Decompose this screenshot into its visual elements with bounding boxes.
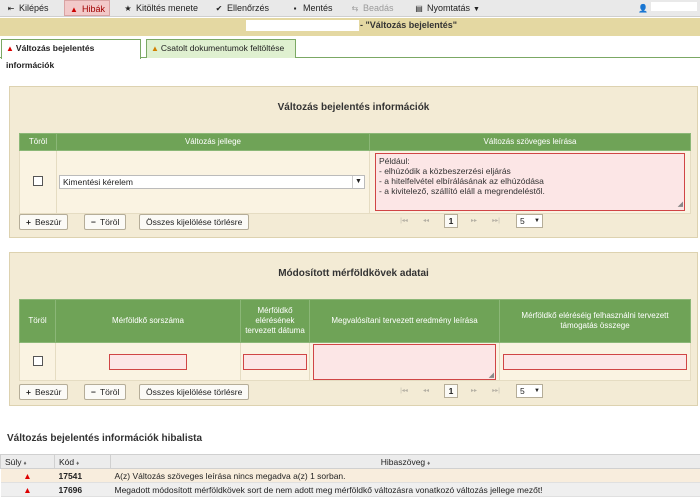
tab-change-info[interactable]: ▲ Változás bejelentés információk [1, 39, 141, 70]
chevron-down-icon: ▼ [534, 388, 540, 394]
tab-attached-documents[interactable]: ▲ Csatolt dokumentumok feltöltése [146, 39, 296, 58]
exit-button[interactable]: ⇤ Kilépés [6, 0, 49, 16]
document-id-box [246, 20, 359, 31]
change-info-panel: Változás bejelentés információk Töröl Vá… [9, 86, 698, 238]
chevron-down-icon: ▼ [534, 218, 540, 224]
support-amount-input[interactable] [503, 353, 687, 370]
column-header-delete[interactable]: Töröl [19, 299, 56, 343]
delete-checkbox[interactable] [32, 355, 43, 366]
minus-icon: − [91, 217, 96, 227]
resize-handle-icon[interactable]: ◢ [678, 200, 683, 210]
main-toolbar: ⇤ Kilépés ▲ Hibák ★ Kitöltés menete ✔ Ellenő… [0, 0, 700, 17]
page-size-select[interactable]: 5 ▼ [516, 384, 543, 398]
column-header-code[interactable]: Kód ♦ [54, 454, 111, 469]
error-code: 17696 [54, 482, 111, 497]
pager: |◂◂ ◂◂ 1 ▸▸ ▸▸| 5 ▼ [395, 214, 555, 230]
sort-icon: ♦ [76, 460, 80, 467]
warning-icon: ▲ [23, 470, 32, 481]
panel-title: Változás bejelentés információk [277, 102, 430, 113]
prev-page-icon[interactable]: ◂◂ [417, 386, 435, 397]
result-description-textarea[interactable]: ◢ [313, 343, 496, 380]
description-textarea[interactable]: Például: - elhúzódik a közbeszerzési elj… [375, 153, 685, 211]
column-header-result-description[interactable]: Megvalósítani tervezett eredmény leírása [309, 299, 500, 343]
change-type-select[interactable]: Kimentési kérelem ▼ [59, 175, 365, 189]
column-header-description[interactable]: Változás szöveges leírása [369, 133, 691, 151]
check-icon: ✔ [215, 4, 223, 13]
page-size-select[interactable]: 5 ▼ [516, 214, 543, 228]
table-row[interactable]: ▲ 17696 Megadott módosított mérföldkövek… [0, 482, 700, 497]
chevron-down-icon: ▼ [473, 6, 480, 13]
milestones-grid: Töröl Mérföldkő sorszáma Mérföldkő eléré… [19, 299, 691, 381]
change-info-grid: Töröl Változás jellege Változás szöveges… [19, 133, 691, 214]
user-name-box [651, 2, 697, 11]
table-row: ◢ [19, 342, 691, 381]
sort-icon: ♦ [23, 460, 27, 467]
error-text: A(z) Változás szöveges leírása nincs meg… [110, 468, 700, 483]
prev-page-icon[interactable]: ◂◂ [417, 216, 435, 227]
submit-button[interactable]: ⇆ Beadás [350, 0, 394, 16]
table-row: Kimentési kérelem ▼ Például: - elhúzódik… [19, 150, 691, 214]
delete-checkbox[interactable] [33, 176, 43, 186]
first-page-icon[interactable]: |◂◂ [395, 386, 413, 397]
warning-icon: ▲ [6, 44, 14, 53]
last-page-icon[interactable]: ▸▸| [487, 216, 505, 227]
user-menu[interactable]: 👤 [638, 0, 651, 16]
document-title-bar: - "Változás bejelentés" [0, 18, 700, 36]
warning-icon: ▲ [70, 5, 78, 14]
print-button[interactable]: ▤ Nyomtatás ▼ [414, 0, 480, 16]
error-code: 17541 [54, 468, 111, 483]
mark-all-delete-button[interactable]: Összes kijelölése törlésre [139, 214, 250, 230]
error-list-table: Súly ♦ Kód ♦ Hibaszöveg ♦ ▲ 17541 A(z) Vált… [0, 454, 700, 497]
document-title: - "Változás bejelentés" [360, 20, 458, 30]
delete-row-button[interactable]: − Töröl [84, 214, 127, 230]
error-list-title: Változás bejelentés információk hibalist… [7, 433, 203, 444]
panel-title: Módosított mérföldkövek adatai [278, 268, 429, 279]
current-page[interactable]: 1 [444, 214, 458, 228]
save-icon: ▪ [293, 4, 297, 13]
add-row-button[interactable]: + Beszúr [19, 384, 69, 400]
delete-row-button[interactable]: − Töröl [84, 384, 127, 400]
next-page-icon[interactable]: ▸▸ [465, 216, 483, 227]
save-button[interactable]: ▪ Mentés [290, 0, 333, 16]
errors-button[interactable]: ▲ Hibák [64, 0, 111, 16]
star-icon: ★ [124, 4, 132, 13]
sort-icon: ♦ [427, 460, 431, 467]
chevron-down-icon: ▼ [352, 176, 364, 188]
add-row-button[interactable]: + Beszúr [19, 214, 69, 230]
column-header-delete[interactable]: Töröl [19, 133, 57, 151]
plus-icon: + [26, 217, 31, 227]
filling-guide-button[interactable]: ★ Kitöltés menete [123, 0, 198, 16]
plus-icon: + [26, 387, 31, 397]
table-row[interactable]: ▲ 17541 A(z) Változás szöveges leírása n… [0, 468, 700, 483]
milestone-date-input[interactable] [243, 353, 307, 370]
send-icon: ⇆ [351, 4, 359, 13]
mark-all-delete-button[interactable]: Összes kijelölése törlésre [139, 384, 250, 400]
column-header-severity[interactable]: Súly ♦ [0, 454, 55, 469]
column-header-change-type[interactable]: Változás jellege [56, 133, 370, 151]
print-icon: ▤ [415, 4, 423, 13]
tab-bar: ▲ Változás bejelentés információk ▲ Csatol… [0, 38, 700, 70]
current-page[interactable]: 1 [444, 384, 458, 398]
milestone-number-input[interactable] [109, 353, 187, 370]
minus-icon: − [91, 387, 96, 397]
check-button[interactable]: ✔ Ellenőrzés [214, 0, 269, 16]
pager: |◂◂ ◂◂ 1 ▸▸ ▸▸| 5 ▼ [395, 384, 555, 400]
door-exit-icon: ⇤ [7, 4, 15, 13]
column-header-support-amount[interactable]: Mérföldkő eléréséig felhasználni terveze… [499, 299, 691, 343]
last-page-icon[interactable]: ▸▸| [487, 386, 505, 397]
next-page-icon[interactable]: ▸▸ [465, 386, 483, 397]
error-text: Megadott módosított mérföldkövek sort de… [110, 482, 700, 497]
column-header-milestone-date[interactable]: Mérföldkő elérésének tervezett dátuma [240, 299, 310, 343]
column-header-error-text[interactable]: Hibaszöveg ♦ [110, 454, 700, 469]
first-page-icon[interactable]: |◂◂ [395, 216, 413, 227]
column-header-milestone-number[interactable]: Mérföldkő sorszáma [55, 299, 241, 343]
user-icon: 👤 [638, 4, 648, 13]
resize-handle-icon[interactable]: ◢ [489, 371, 494, 379]
warning-icon: ▲ [23, 484, 32, 495]
milestones-panel: Módosított mérföldkövek adatai Töröl Mér… [9, 252, 698, 406]
warning-icon: ▲ [151, 44, 159, 53]
